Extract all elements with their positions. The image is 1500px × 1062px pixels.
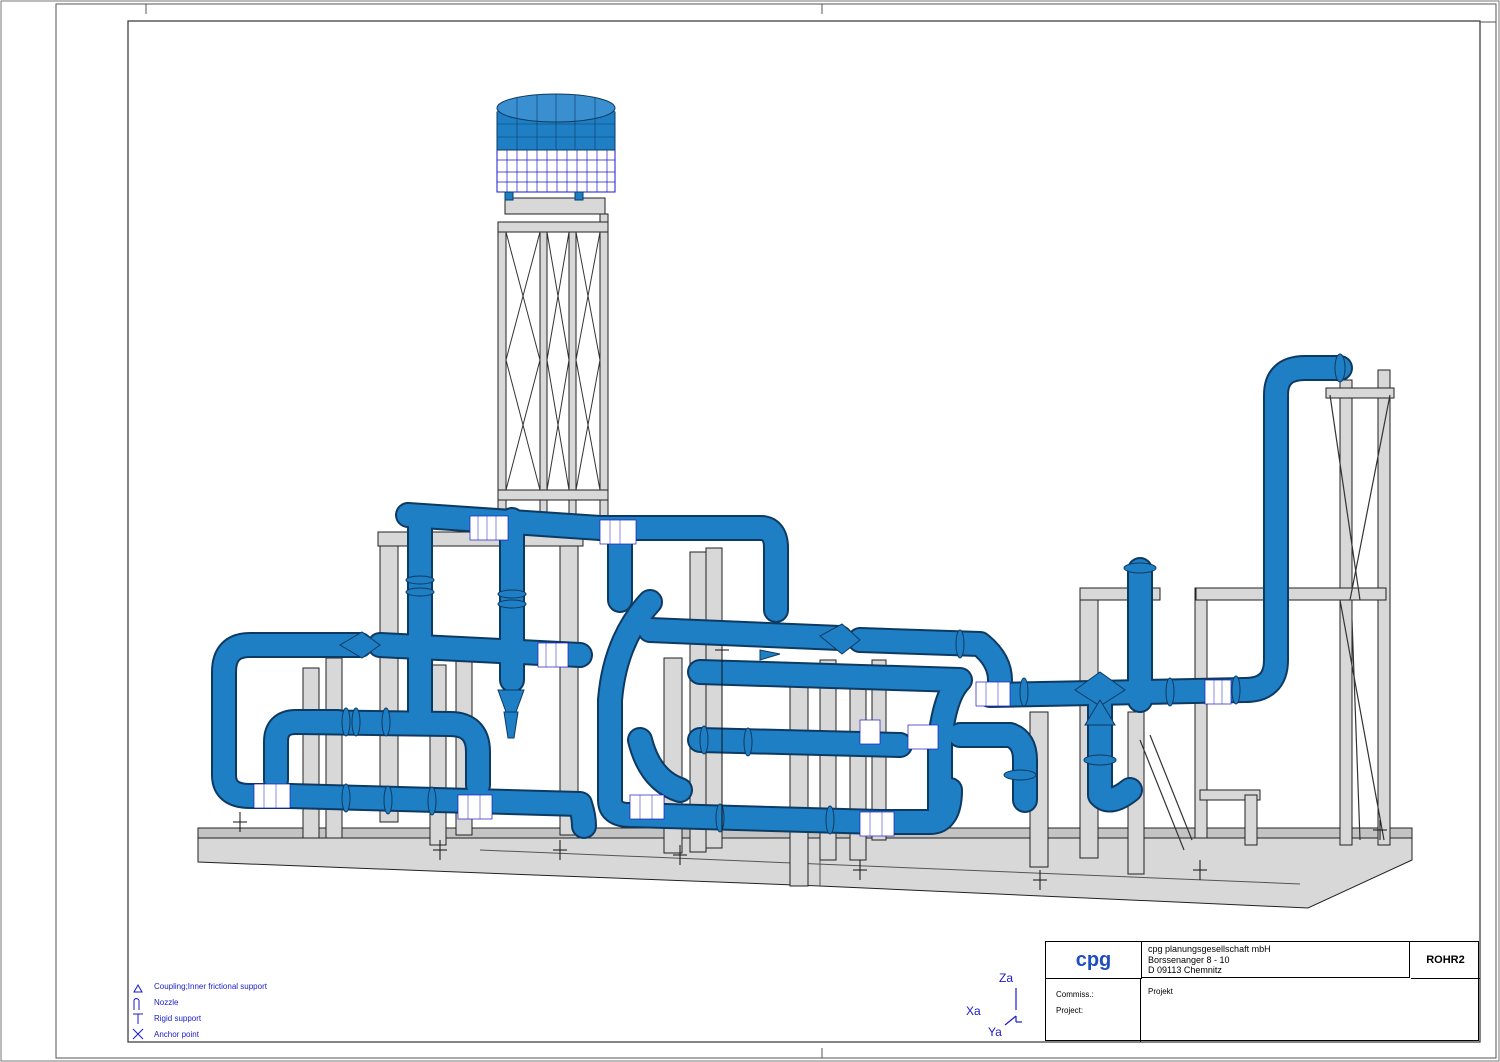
legend-row-nozzle: Nozzle — [130, 994, 350, 1010]
legend-row-coupling: Coupling;Inner frictional support — [130, 978, 350, 994]
legend-row-anchor-point: Anchor point — [130, 1026, 350, 1042]
axis-x-label: Xa — [966, 1004, 981, 1018]
company-street: Borssenanger 8 - 10 — [1148, 954, 1230, 965]
legend: Coupling;Inner frictional support Nozzle… — [130, 978, 350, 1042]
legend-label: Rigid support — [154, 1013, 202, 1023]
legend-label: Anchor point — [154, 1029, 199, 1039]
legend-label: Nozzle — [154, 997, 179, 1007]
title-block: cpg cpg planungsgesellschaft mbH Borssen… — [1045, 941, 1480, 1042]
support-tower — [497, 197, 609, 519]
axis-y-label: Ya — [988, 1025, 1002, 1039]
company-logo: cpg — [1046, 942, 1142, 979]
axis-triad — [1004, 988, 1022, 1026]
drawing-sheet — [0, 0, 1500, 1062]
title-block-labels: Commiss.: Project: — [1046, 979, 1141, 1042]
company-address: cpg planungsgesellschaft mbH Borssenange… — [1142, 942, 1410, 978]
axis-z-label: Za — [999, 971, 1014, 985]
program-name: ROHR2 — [1411, 942, 1480, 979]
project-label: Project: — [1056, 1006, 1084, 1015]
commiss-label: Commiss.: — [1056, 990, 1094, 999]
legend-label: Coupling;Inner frictional support — [154, 981, 267, 991]
legend-row-rigid-support: Rigid support — [130, 1010, 350, 1026]
company-city: D 09113 Chemnitz — [1148, 965, 1222, 975]
tank-vessel — [496, 93, 616, 201]
project-value: Projekt — [1148, 987, 1173, 996]
company-name: cpg planungsgesellschaft mbH — [1148, 944, 1271, 954]
